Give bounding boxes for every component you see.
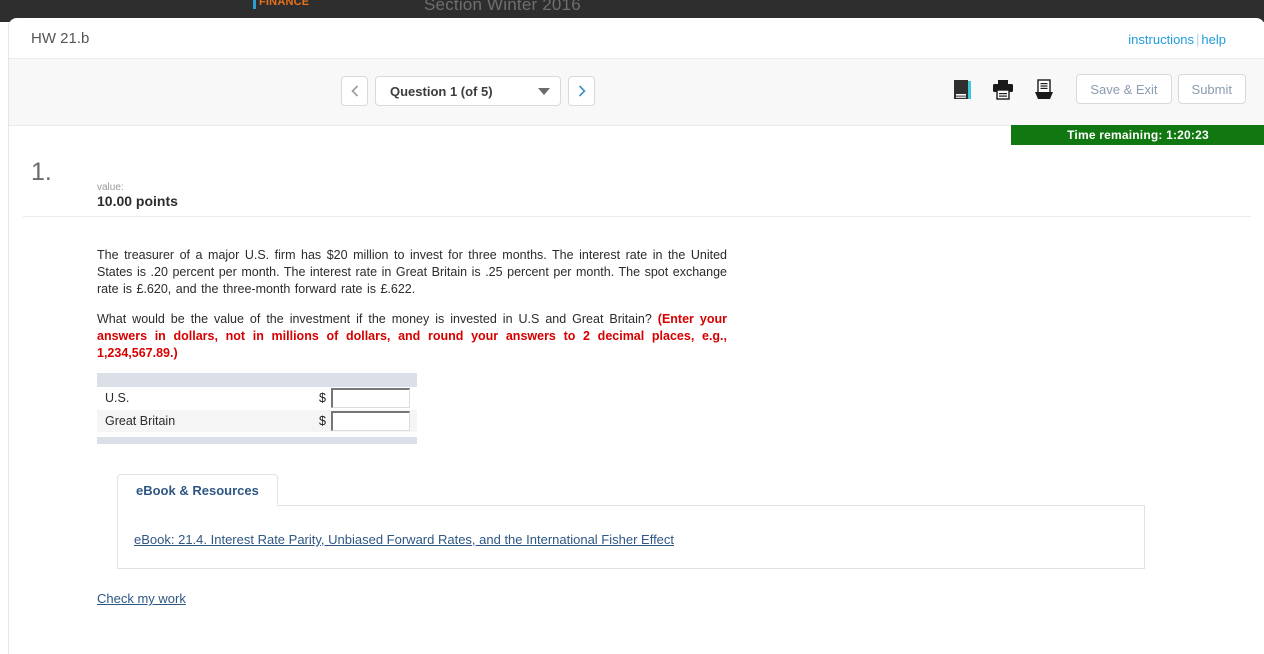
answer-table-header: [97, 373, 417, 387]
tab-strip: eBook & Resources: [117, 473, 1145, 506]
question-number: 1.: [31, 158, 52, 186]
printer-icon: [993, 79, 1014, 100]
question-prompt-text: What would be the value of the investmen…: [97, 312, 658, 326]
instructions-link[interactable]: instructions: [1128, 32, 1194, 47]
us-answer-input[interactable]: [331, 388, 410, 408]
previous-question-button[interactable]: [341, 76, 368, 106]
question-paragraph-1: The treasurer of a major U.S. firm has $…: [97, 248, 727, 296]
great-britain-answer-input[interactable]: [331, 411, 410, 431]
header-links: instructions | help: [1128, 32, 1226, 47]
question-select[interactable]: Question 1 (of 5): [375, 76, 561, 106]
answer-table-footer: [97, 437, 417, 444]
tab-ebook-and-resources[interactable]: eBook & Resources: [117, 474, 278, 506]
print-button[interactable]: [988, 76, 1018, 102]
currency-symbol: $: [319, 414, 326, 428]
check-my-work-link[interactable]: Check my work: [97, 591, 186, 606]
references-button[interactable]: [1029, 76, 1059, 102]
help-link[interactable]: help: [1201, 32, 1226, 47]
references-icon: [1035, 78, 1054, 99]
toolbar-actions: Save & Exit Submit: [947, 74, 1246, 104]
assignment-title: HW 21.b: [31, 30, 90, 47]
next-question-button[interactable]: [568, 76, 595, 106]
brand-accent-bar: [253, 0, 256, 9]
content-panel: HW 21.b instructions | help Question 1 (of…: [8, 18, 1264, 654]
ebook-button[interactable]: [947, 76, 977, 102]
brand-logo: FINANCE: [253, 0, 309, 10]
assignment-header: HW 21.b instructions | help: [9, 18, 1264, 58]
brand-label: FINANCE: [259, 0, 310, 8]
answer-row-label: Great Britain: [105, 414, 176, 428]
question-divider: [23, 216, 1251, 217]
question-toolbar: Question 1 (of 5) Save & Exit Submit: [9, 58, 1264, 126]
time-remaining-badge: Time remaining: 1:20:23: [1011, 125, 1264, 145]
answer-row-label: U.S.: [105, 391, 130, 405]
question-navigation: Question 1 (of 5): [341, 76, 595, 106]
chevron-right-icon: [578, 85, 586, 97]
save-and-exit-button[interactable]: Save & Exit: [1076, 74, 1172, 104]
section-title: Section Winter 2016: [424, 0, 581, 14]
currency-symbol: $: [319, 391, 326, 405]
chevron-left-icon: [350, 85, 358, 97]
chevron-down-icon: [538, 87, 550, 95]
question-value: 10.00 points: [97, 193, 178, 209]
question-body: The treasurer of a major U.S. firm has $…: [97, 247, 727, 375]
table-row: Great Britain $: [97, 410, 417, 433]
resources-panel: eBook: 21.4. Interest Rate Parity, Unbia…: [117, 506, 1145, 569]
ebook-resource-link[interactable]: eBook: 21.4. Interest Rate Parity, Unbia…: [134, 532, 674, 547]
resources-tabs: eBook & Resources eBook: 21.4. Interest …: [117, 473, 1145, 569]
book-icon: [953, 79, 971, 99]
submit-button[interactable]: Submit: [1177, 74, 1246, 104]
answer-table: U.S. $ Great Britain $: [97, 373, 417, 444]
question-header: 1. value: 10.00 points: [9, 158, 1264, 217]
question-paragraph-2: What would be the value of the investmen…: [97, 311, 727, 362]
question-value-label: value:: [97, 182, 124, 193]
table-row: U.S. $: [97, 387, 417, 410]
question-select-label: Question 1 (of 5): [390, 83, 493, 99]
